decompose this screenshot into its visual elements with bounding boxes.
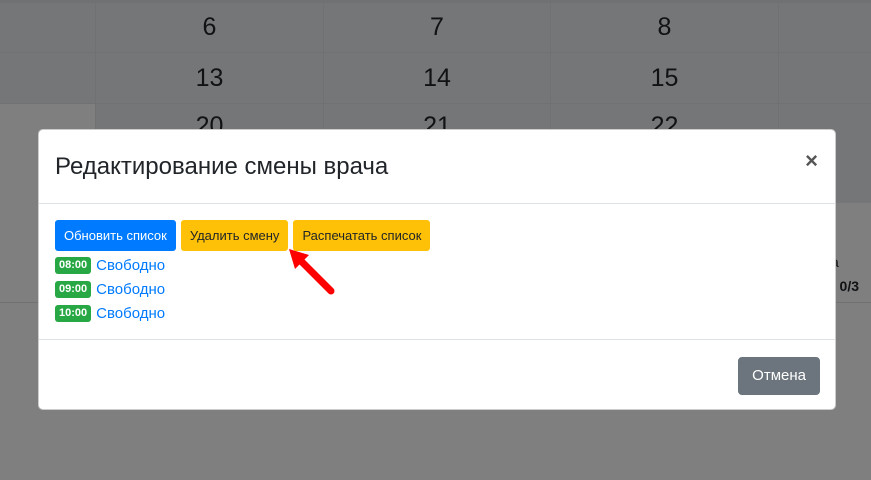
modal-header: Редактирование смены врача ×	[39, 130, 835, 204]
modal-body: Обновить список Удалить смену Распечатат…	[39, 204, 835, 340]
slot-status-link[interactable]: Свободно	[96, 257, 165, 274]
list-item: 10:00 Свободно	[55, 301, 819, 325]
edit-shift-modal: Редактирование смены врача × Обновить сп…	[38, 129, 836, 410]
modal-footer: Отмена	[39, 340, 835, 409]
time-badge: 09:00	[55, 280, 92, 298]
time-badge: 08:00	[55, 256, 92, 274]
close-icon[interactable]: ×	[805, 150, 818, 172]
refresh-list-button[interactable]: Обновить список	[55, 220, 176, 251]
time-badge: 10:00	[55, 304, 92, 322]
red-arrow-icon	[289, 249, 335, 295]
cancel-button[interactable]: Отмена	[738, 356, 820, 395]
action-button-row: Обновить список Удалить смену Распечатат…	[55, 220, 819, 251]
delete-shift-button[interactable]: Удалить смену	[180, 220, 289, 251]
slot-status-link[interactable]: Свободно	[96, 281, 165, 298]
list-item: 08:00 Свободно	[55, 253, 819, 277]
modal-title: Редактирование смены врача	[55, 152, 389, 180]
list-item: 09:00 Свободно	[55, 277, 819, 301]
slot-status-link[interactable]: Свободно	[96, 305, 165, 322]
time-slot-list: 08:00 Свободно 09:00 Свободно 10:00 Своб…	[55, 253, 819, 325]
